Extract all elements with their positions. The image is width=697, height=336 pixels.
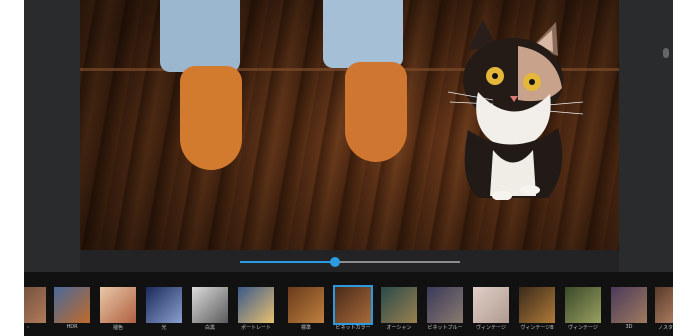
filter-3-label: ビネットブルー	[427, 325, 463, 331]
filter-0-label: 標準	[300, 325, 311, 331]
photo-jeans-left	[160, 0, 240, 72]
category-5-label: ポートレート	[240, 325, 271, 331]
photo-canvas[interactable]	[80, 0, 619, 250]
slider-track[interactable]	[240, 257, 460, 267]
left-panel	[24, 0, 80, 272]
photo-jeans-right	[323, 0, 403, 68]
category-0-label: ・	[25, 325, 31, 331]
filter-5-label: ヴィンテージB	[520, 325, 554, 331]
photo-editor: ・ HDR 褪色 光 白黒 ポートレート 標準 ビネットカラー オーシャン ビネットブルー ヴィンテ…	[24, 0, 673, 336]
photo-cat	[447, 20, 584, 200]
filter-8-label: ノスタルジー	[657, 325, 673, 331]
category-4-thumbnail[interactable]	[192, 287, 228, 323]
slider-fill	[240, 261, 335, 263]
filter-strip: ・ HDR 褪色 光 白黒 ポートレート 標準 ビネットカラー オーシャン ビネットブルー ヴィンテ…	[24, 272, 673, 336]
filter-7-thumbnail[interactable]	[611, 287, 647, 323]
filter-7-label: 3D	[625, 324, 633, 330]
category-2-thumbnail[interactable]	[100, 287, 136, 323]
filter-5-thumbnail[interactable]	[519, 287, 555, 323]
category-3-thumbnail[interactable]	[146, 287, 182, 323]
filter-8-thumbnail[interactable]	[655, 287, 673, 323]
slider-knob[interactable]	[329, 257, 340, 267]
filter-0-thumbnail[interactable]	[288, 287, 324, 323]
category-3-label: 光	[161, 325, 167, 331]
filter-6-thumbnail[interactable]	[565, 287, 601, 323]
filter-4-thumbnail[interactable]	[473, 287, 509, 323]
panel-handle-icon[interactable]	[663, 48, 669, 58]
filter-6-label: ヴィンテージ	[568, 325, 598, 331]
category-1-label: HDR	[66, 324, 78, 330]
filter-1-thumbnail[interactable]	[333, 285, 373, 325]
right-panel	[619, 0, 673, 272]
intensity-slider[interactable]	[80, 250, 619, 272]
category-2-label: 褪色	[112, 325, 123, 331]
category-5-thumbnail[interactable]	[238, 287, 274, 323]
photo-sock-left	[180, 66, 242, 170]
category-1-thumbnail[interactable]	[54, 287, 90, 323]
category-0-thumbnail[interactable]	[24, 287, 46, 323]
filter-3-thumbnail[interactable]	[427, 287, 463, 323]
filter-1-label: ビネットカラー	[335, 325, 371, 331]
filter-4-label: ヴィンテージ	[476, 325, 506, 331]
filter-2-thumbnail[interactable]	[381, 287, 417, 323]
filter-2-label: オーシャン	[386, 325, 412, 331]
photo-sock-right	[345, 62, 407, 162]
category-4-label: 白黒	[204, 325, 215, 331]
